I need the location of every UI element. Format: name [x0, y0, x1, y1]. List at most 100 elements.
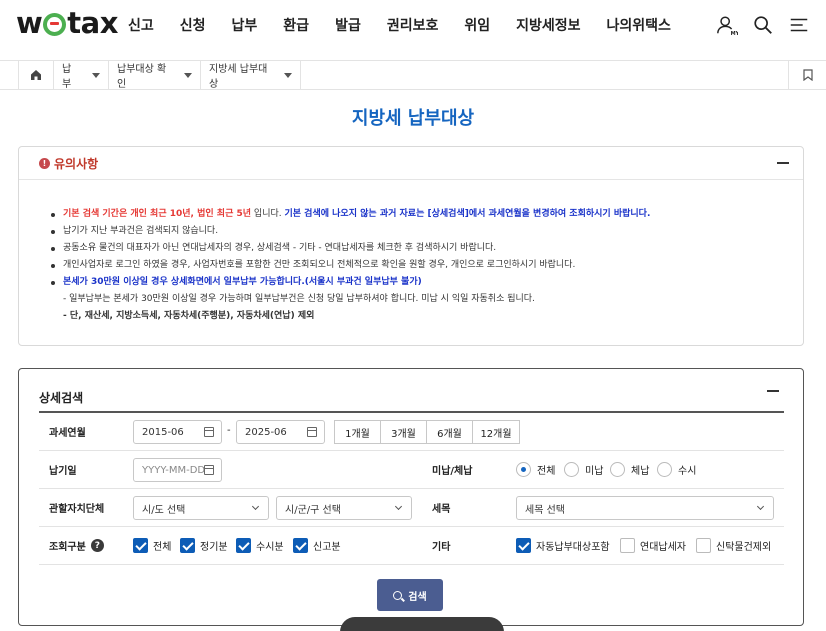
chevron-down-icon [251, 502, 260, 511]
checkbox-inquiry-regular[interactable]: 정기분 [180, 538, 228, 553]
checkbox-box [620, 538, 635, 553]
due-date-input[interactable]: YYYY-MM-DD [133, 458, 222, 482]
wetax-logo[interactable]: w tax [16, 6, 118, 40]
label-inquiry-type-cell: 조회구분 ? [39, 527, 133, 564]
checkbox-label: 신고분 [313, 542, 341, 553]
sido-select-value: 시/도 선택 [142, 504, 186, 516]
label-due-date: 납기일 [49, 466, 77, 477]
notice-list: 기본 검색 기간은 개인 최근 10년, 법인 최근 5년 입니다. 기본 검색… [51, 206, 803, 325]
checkbox-box [133, 538, 148, 553]
checkbox-box [516, 538, 531, 553]
header-icons: MY [716, 14, 810, 36]
due-date-placeholder: YYYY-MM-DD [142, 464, 206, 476]
notice-title: 유의사항 [54, 156, 99, 171]
search-icon[interactable] [752, 14, 774, 36]
radio-label: 체납 [631, 466, 650, 477]
notice-item: 공동소유 물건의 대표자가 아닌 연대납세자의 경우, 상세검색 - 기타 - … [51, 240, 803, 257]
notice-text: 기본 검색 기간은 개인 최근 10년, 법인 최근 5년 [63, 209, 252, 219]
checkbox-inquiry-reported[interactable]: 신고분 [293, 538, 341, 553]
checkbox-label: 연대납세자 [640, 542, 686, 553]
radio-label: 수시 [678, 466, 697, 477]
bookmark-button[interactable] [788, 61, 826, 89]
breadcrumb-item-3[interactable]: 지방세 납부대상 [201, 61, 301, 90]
notice-text: 공동소유 물건의 대표자가 아닌 연대납세자의 경우, 상세검색 - 기타 - … [63, 243, 497, 253]
menu-icon[interactable] [788, 14, 810, 36]
checkbox-box [180, 538, 195, 553]
my-user-icon[interactable]: MY [716, 14, 738, 36]
sigungu-select[interactable]: 시/군/구 선택 [276, 496, 412, 520]
site-header: w tax 신고 신청 납부 환급 발급 권리보호 위임 지방세정보 나의위택스… [0, 0, 826, 60]
checkbox-inquiry-occasional[interactable]: 수시분 [236, 538, 284, 553]
nav-item-9[interactable]: 나의위택스 [607, 15, 671, 35]
breadcrumb-label: 지방세 납부대상 [209, 64, 268, 90]
notice-header[interactable]: ! 유의사항 [19, 147, 803, 180]
period-3month-button[interactable]: 3개월 [380, 420, 427, 444]
nav-item-8[interactable]: 지방세정보 [516, 15, 580, 35]
notice-panel: ! 유의사항 기본 검색 기간은 개인 최근 10년, 법인 최근 5년 입니다… [18, 146, 804, 346]
logo-text-post: tax [67, 6, 118, 40]
tax-period-from-value: 2015-06 [142, 426, 184, 438]
radio-label: 미납 [585, 466, 604, 477]
date-range-separator: - [227, 425, 231, 436]
svg-text:MY: MY [731, 31, 738, 36]
checkbox-exclude-trust[interactable]: 신탁물건제외 [696, 538, 771, 553]
calendar-icon[interactable] [307, 427, 317, 437]
breadcrumb-home[interactable] [18, 61, 54, 89]
tax-period-to-value: 2025-06 [245, 426, 287, 438]
radio-unpaid-all[interactable]: 전체 [516, 462, 555, 477]
breadcrumb-label: 납부 [62, 64, 72, 90]
search-button-label: 검색 [408, 591, 427, 603]
radio-unpaid-unpaid[interactable]: 미납 [564, 462, 603, 477]
label-tax-item: 세목 [432, 504, 451, 515]
nav-item-1[interactable]: 신고 [128, 15, 154, 35]
tax-item-select[interactable]: 세목 선택 [516, 496, 774, 520]
calendar-icon[interactable] [204, 465, 214, 475]
nav-item-7[interactable]: 위임 [464, 15, 490, 35]
search-icon [393, 590, 403, 600]
row-due-date: 납기일 YYYY-MM-DD 미납/체납 전체 미납 체납 수시 [39, 451, 784, 489]
nav-item-3[interactable]: 납부 [232, 15, 258, 35]
breadcrumb-label: 납부대상 확인 [117, 64, 167, 90]
search-button[interactable]: 검색 [377, 579, 443, 611]
tax-period-from-input[interactable]: 2015-06 [133, 420, 222, 444]
chevron-down-icon [394, 502, 403, 511]
breadcrumb-item-2[interactable]: 납부대상 확인 [109, 61, 201, 90]
breadcrumb-item-1[interactable]: 납부 [54, 61, 109, 90]
notice-item: 납기가 지난 부과건은 검색되지 않습니다. [51, 223, 803, 240]
nav-item-5[interactable]: 발급 [335, 15, 361, 35]
page-title: 지방세 납부대상 [351, 108, 475, 129]
chevron-down-icon [756, 502, 765, 511]
help-icon[interactable]: ? [90, 539, 104, 552]
nav-item-6[interactable]: 권리보호 [387, 15, 439, 35]
radio-unpaid-occasional[interactable]: 수시 [657, 462, 696, 477]
period-12month-button[interactable]: 12개월 [472, 420, 520, 444]
sido-select[interactable]: 시/도 선택 [133, 496, 269, 520]
search-collapse-button[interactable] [767, 390, 779, 392]
chevron-down-icon [184, 72, 192, 78]
checkbox-auto-payment[interactable]: 자동납부대상포함 [516, 538, 610, 553]
radio-unpaid-delinquent[interactable]: 체납 [610, 462, 649, 477]
radio-circle [516, 462, 531, 477]
tax-period-to-input[interactable]: 2025-06 [236, 420, 325, 444]
breadcrumb: 납부 납부대상 확인 지방세 납부대상 [0, 60, 826, 90]
logo-text-pre: w [16, 6, 43, 40]
checkbox-box [293, 538, 308, 553]
row-jurisdiction: 관할자치단체 시/도 선택 시/군/구 선택 세목 세목 선택 [39, 489, 784, 527]
notice-text: 입니다. [251, 209, 285, 219]
checkbox-inquiry-all[interactable]: 전체 [133, 538, 171, 553]
nav-item-4[interactable]: 환급 [283, 15, 309, 35]
radio-circle [610, 462, 625, 477]
calendar-icon[interactable] [204, 427, 214, 437]
radio-label: 전체 [537, 466, 556, 477]
nav-item-2[interactable]: 신청 [180, 15, 206, 35]
notice-item: 개인사업자로 로그인 하였을 경우, 사업자번호를 포함한 건만 조회되오니 전… [51, 257, 803, 274]
notice-item: - 단, 재산세, 지방소득세, 자동차세(주행분), 자동차세(연납) 제외 [63, 308, 803, 325]
period-6month-button[interactable]: 6개월 [426, 420, 473, 444]
checkbox-label: 전체 [153, 542, 172, 553]
period-1month-button[interactable]: 1개월 [334, 420, 381, 444]
floating-toolbar[interactable] [340, 617, 504, 631]
notice-body: 기본 검색 기간은 개인 최근 10년, 법인 최근 5년 입니다. 기본 검색… [19, 180, 803, 325]
checkbox-joint-taxpayer[interactable]: 연대납세자 [620, 538, 686, 553]
checkbox-label: 수시분 [256, 542, 284, 553]
notice-collapse-button[interactable] [777, 157, 789, 169]
